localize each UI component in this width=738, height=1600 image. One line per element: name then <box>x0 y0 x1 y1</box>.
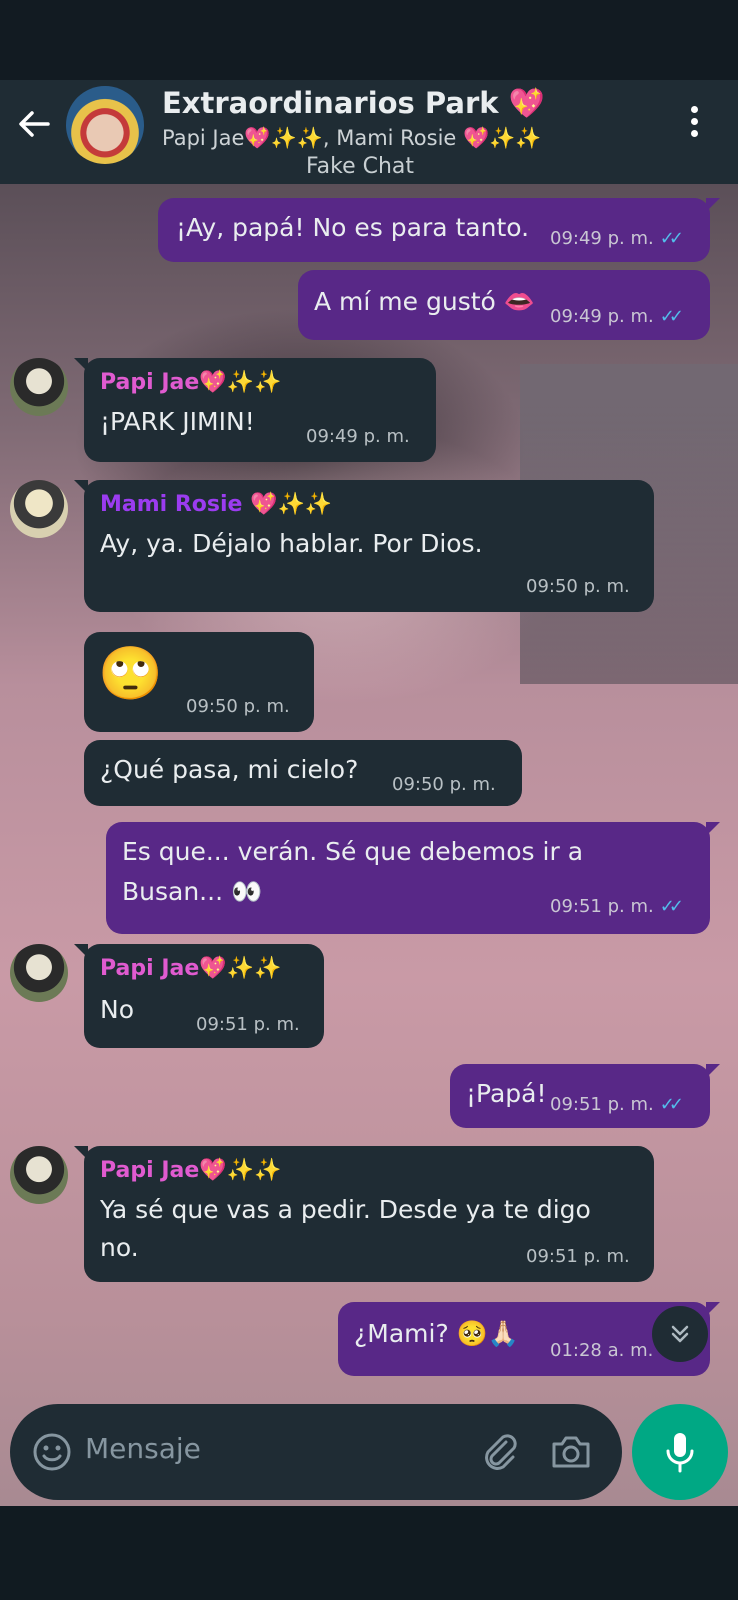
message-text: ¡Ay, papá! No es para tanto. <box>176 213 530 242</box>
message-time: 09:51 p. m. ✓✓ <box>550 1094 684 1115</box>
more-vert-icon[interactable] <box>688 106 700 146</box>
message-text: ¡PARK JIMIN! <box>100 407 255 436</box>
double-check-icon: ✓✓ <box>659 306 684 327</box>
chat-title[interactable]: Extraordinarios Park 💖 <box>162 86 545 121</box>
double-check-icon: ✓✓ <box>659 228 684 249</box>
camera-icon[interactable] <box>550 1432 592 1472</box>
message-time: 09:50 p. m. <box>186 696 290 717</box>
message-emoji: 🙄 <box>98 644 163 704</box>
message-incoming[interactable]: 🙄 09:50 p. m. <box>84 632 314 732</box>
message-time-text: 09:51 p. m. <box>550 1094 654 1115</box>
message-time: 09:51 p. m. <box>526 1246 630 1267</box>
sender-name: Papi Jae💖✨✨ <box>100 370 282 395</box>
message-time-text: 09:49 p. m. <box>550 306 654 327</box>
chevron-double-down-icon <box>671 1325 689 1343</box>
message-input-bar: Mensaje <box>10 1404 622 1500</box>
avatar-papi-jae[interactable] <box>10 944 68 1002</box>
message-time: 09:49 p. m. ✓✓ <box>550 306 684 327</box>
message-text: ¡Papá! <box>466 1079 547 1108</box>
chat-participants[interactable]: Papi Jae💖✨✨, Mami Rosie 💖✨✨ <box>162 126 541 151</box>
message-outgoing[interactable]: A mí me gustó 👄 09:49 p. m. ✓✓ <box>298 270 710 340</box>
message-time: 09:49 p. m. <box>306 426 410 447</box>
message-text: ¿Mami? 🥺🙏🏻 <box>354 1319 519 1348</box>
double-check-icon: ✓✓ <box>659 1094 684 1115</box>
avatar-papi-jae[interactable] <box>10 1146 68 1204</box>
chat-area[interactable]: ¡Ay, papá! No es para tanto. 09:49 p. m.… <box>0 184 738 1506</box>
avatar-mami-rosie[interactable] <box>10 480 68 538</box>
back-arrow-icon[interactable] <box>14 104 54 144</box>
message-incoming[interactable]: Papi Jae💖✨✨ Ya sé que vas a pedir. Desde… <box>74 1146 654 1282</box>
message-time-text: 01:28 a. m. <box>550 1340 654 1361</box>
mic-icon <box>666 1433 694 1473</box>
sender-name: Papi Jae💖✨✨ <box>100 1158 282 1183</box>
double-check-icon: ✓✓ <box>659 896 684 917</box>
status-bar <box>0 0 738 80</box>
attach-icon[interactable] <box>478 1430 520 1472</box>
message-text-line2: Busan... 👀 <box>122 877 263 906</box>
message-text: ¿Qué pasa, mi cielo? <box>100 755 359 784</box>
watermark-label: Fake Chat <box>306 154 415 179</box>
message-text-line1: Es que... verán. Sé que debemos ir a <box>122 837 584 866</box>
message-time: 09:51 p. m. <box>196 1014 300 1035</box>
scroll-to-bottom-button[interactable] <box>652 1306 708 1362</box>
message-time-text: 09:51 p. m. <box>550 896 654 917</box>
group-avatar[interactable] <box>66 86 144 164</box>
mic-button[interactable] <box>632 1404 728 1500</box>
message-time-text: 09:49 p. m. <box>550 228 654 249</box>
message-text: No <box>100 995 134 1024</box>
message-text-line1: Ya sé que vas a pedir. Desde ya te digo <box>100 1195 591 1224</box>
message-text-line2: no. <box>100 1233 139 1262</box>
message-time: 09:51 p. m. ✓✓ <box>550 896 684 917</box>
sender-name: Papi Jae💖✨✨ <box>100 956 282 981</box>
message-incoming[interactable]: Papi Jae💖✨✨ No 09:51 p. m. <box>74 944 324 1048</box>
message-incoming[interactable]: Papi Jae💖✨✨ ¡PARK JIMIN! 09:49 p. m. <box>74 358 436 462</box>
message-outgoing[interactable]: Es que... verán. Sé que debemos ir a Bus… <box>106 822 720 934</box>
message-outgoing[interactable]: ¡Papá! 09:51 p. m. ✓✓ <box>450 1064 720 1128</box>
message-incoming[interactable]: Mami Rosie 💖✨✨ Ay, ya. Déjalo hablar. Po… <box>74 480 654 612</box>
message-incoming[interactable]: ¿Qué pasa, mi cielo? 09:50 p. m. <box>84 740 522 806</box>
avatar-papi-jae[interactable] <box>10 358 68 416</box>
message-time: 09:50 p. m. <box>392 774 496 795</box>
emoji-icon[interactable] <box>32 1432 72 1472</box>
message-text: Ay, ya. Déjalo hablar. Por Dios. <box>100 529 483 558</box>
message-time: 09:49 p. m. ✓✓ <box>550 228 684 249</box>
message-outgoing[interactable]: ¡Ay, papá! No es para tanto. 09:49 p. m.… <box>158 198 720 262</box>
message-text: A mí me gustó 👄 <box>314 287 535 316</box>
sender-name: Mami Rosie 💖✨✨ <box>100 492 333 517</box>
message-time: 09:50 p. m. <box>526 576 630 597</box>
navigation-bar <box>0 1506 738 1600</box>
message-input[interactable]: Mensaje <box>85 1432 201 1465</box>
chat-header: Extraordinarios Park 💖 Papi Jae💖✨✨, Mami… <box>0 80 738 184</box>
